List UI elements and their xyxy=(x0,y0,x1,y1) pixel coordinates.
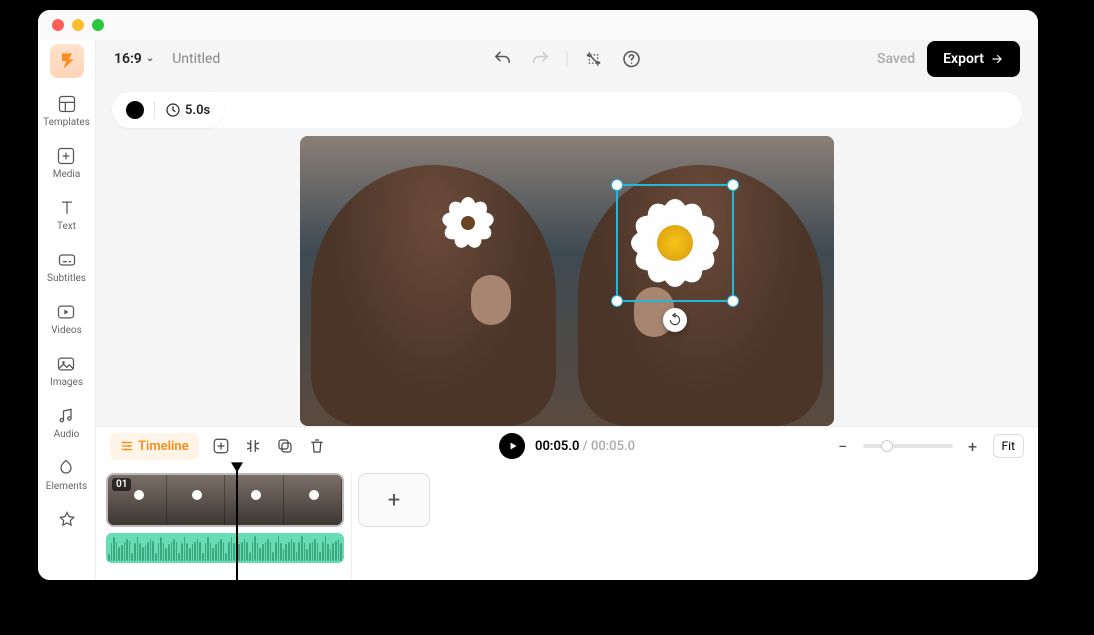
duration-display[interactable]: 5.0s xyxy=(165,102,210,118)
elements-icon xyxy=(56,458,76,478)
zoom-slider[interactable] xyxy=(863,444,953,448)
star-icon xyxy=(57,510,77,530)
time-display: 00:05.0 / 00:05.0 xyxy=(535,439,635,454)
redo-icon xyxy=(531,49,551,69)
window-titlebar xyxy=(38,10,1038,40)
track-separator xyxy=(351,473,352,580)
infobar-background xyxy=(112,92,1022,128)
zoom-out-button[interactable]: − xyxy=(833,436,853,456)
media-icon xyxy=(56,146,76,166)
sidebar-item-subtitles[interactable]: Subtitles xyxy=(47,248,86,286)
undo-icon xyxy=(493,49,513,69)
resize-handle-tl[interactable] xyxy=(611,179,623,191)
redo-button[interactable] xyxy=(529,47,553,71)
play-icon xyxy=(507,440,519,452)
window-minimize-button[interactable] xyxy=(72,19,84,31)
total-time: 00:05.0 xyxy=(591,439,635,454)
bottombar: Timeline xyxy=(96,426,1038,466)
add-square-icon xyxy=(212,437,230,455)
rotate-handle[interactable] xyxy=(663,308,687,332)
sidebar-item-media[interactable]: Media xyxy=(53,144,81,182)
chevron-down-icon: ⌄ xyxy=(146,53,154,64)
video-preview xyxy=(300,136,834,426)
timeline-label: Timeline xyxy=(138,439,189,454)
current-time: 00:05.0 xyxy=(535,439,579,454)
sidebar-label: Audio xyxy=(54,429,80,440)
resize-handle-tr[interactable] xyxy=(727,179,739,191)
duplicate-button[interactable] xyxy=(275,436,295,456)
crop-icon xyxy=(584,49,604,69)
sidebar-label: Elements xyxy=(46,481,87,492)
add-button[interactable] xyxy=(211,436,231,456)
sidebar-item-text[interactable]: Text xyxy=(57,196,77,234)
window-close-button[interactable] xyxy=(52,19,64,31)
duplicate-icon xyxy=(276,437,294,455)
play-button[interactable] xyxy=(499,433,525,459)
sidebar-label: Images xyxy=(50,377,83,388)
saved-status: Saved xyxy=(877,51,915,67)
sidebar-label: Subtitles xyxy=(47,273,86,284)
separator xyxy=(154,101,155,119)
separator xyxy=(567,51,568,67)
aspect-ratio-selector[interactable]: 16:9 ⌄ xyxy=(114,51,154,67)
resize-handle-br[interactable] xyxy=(727,295,739,307)
zoom-slider-thumb[interactable] xyxy=(881,440,893,452)
sidebar-label: Media xyxy=(53,169,81,180)
split-button[interactable] xyxy=(243,436,263,456)
export-button[interactable]: Export xyxy=(927,41,1020,77)
delete-button[interactable] xyxy=(307,436,327,456)
window-maximize-button[interactable] xyxy=(92,19,104,31)
sidebar-label: Templates xyxy=(43,117,90,128)
audio-track[interactable] xyxy=(106,533,344,563)
canvas-area xyxy=(96,78,1038,426)
help-icon xyxy=(622,49,642,69)
templates-icon xyxy=(57,94,77,114)
trash-icon xyxy=(308,437,326,455)
app-logo[interactable] xyxy=(50,44,84,78)
audio-icon xyxy=(56,406,76,426)
help-button[interactable] xyxy=(620,47,644,71)
subtitles-icon xyxy=(57,250,77,270)
add-clip-button[interactable]: + xyxy=(358,473,430,527)
aspect-ratio-value: 16:9 xyxy=(114,51,142,67)
sidebar-label: Text xyxy=(57,221,76,232)
sidebar: Templates Media Text Subtitles Videos Im… xyxy=(38,40,96,580)
duration-value: 5.0s xyxy=(185,103,210,118)
resize-handle-bl[interactable] xyxy=(611,295,623,307)
sidebar-label: Videos xyxy=(51,325,82,336)
timeline-toggle-button[interactable]: Timeline xyxy=(110,433,199,460)
sidebar-item-images[interactable]: Images xyxy=(50,352,83,390)
videos-icon xyxy=(56,302,76,322)
project-title-input[interactable] xyxy=(172,51,292,67)
flower-element[interactable] xyxy=(622,190,728,296)
video-canvas[interactable] xyxy=(300,136,834,426)
selection-box[interactable] xyxy=(616,184,734,302)
sidebar-item-audio[interactable]: Audio xyxy=(54,404,80,442)
export-label: Export xyxy=(943,51,984,67)
arrow-right-icon xyxy=(990,52,1004,66)
text-icon xyxy=(57,198,77,218)
clock-icon xyxy=(165,102,181,118)
background-color-swatch[interactable] xyxy=(126,101,144,119)
fit-button[interactable]: Fit xyxy=(993,434,1024,458)
zoom-in-button[interactable]: + xyxy=(963,436,983,456)
timeline-area[interactable]: 01 + xyxy=(96,465,1038,580)
undo-button[interactable] xyxy=(491,47,515,71)
playhead[interactable] xyxy=(236,465,238,580)
sidebar-item-more[interactable] xyxy=(57,508,77,532)
images-icon xyxy=(56,354,76,374)
split-icon xyxy=(244,437,262,455)
rotate-icon xyxy=(668,313,682,327)
clip-number-label: 01 xyxy=(112,478,131,491)
sidebar-item-templates[interactable]: Templates xyxy=(43,92,90,130)
video-clip[interactable]: 01 xyxy=(106,473,344,527)
sidebar-item-elements[interactable]: Elements xyxy=(46,456,87,494)
sidebar-item-videos[interactable]: Videos xyxy=(51,300,82,338)
topbar: 16:9 ⌄ xyxy=(96,40,1038,78)
infobar: 5.0s xyxy=(112,92,224,128)
crop-button[interactable] xyxy=(582,47,606,71)
timeline-icon xyxy=(120,439,134,453)
